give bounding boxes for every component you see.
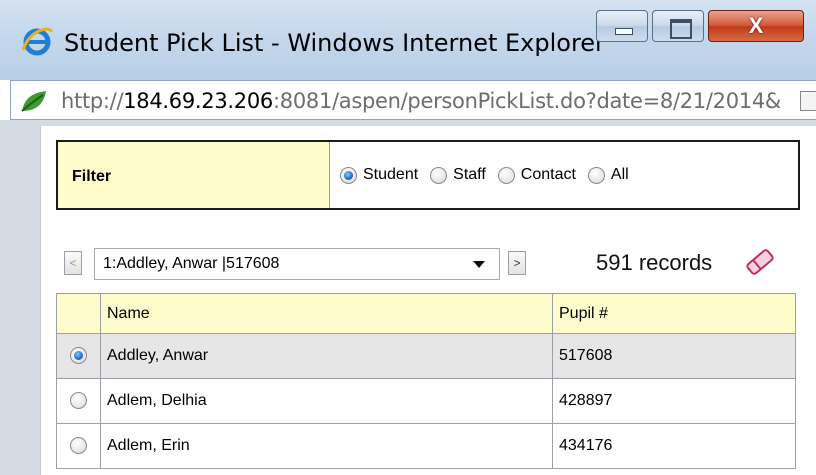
name-column-header[interactable]: Name <box>100 293 553 334</box>
radio-button[interactable] <box>70 437 87 455</box>
filter-label: Filter <box>58 142 330 208</box>
filter-option-label: Staff <box>453 166 486 183</box>
close-icon: X <box>748 13 764 38</box>
pupil-column-header[interactable]: Pupil # <box>552 293 796 334</box>
url-path: :8081/aspen/personPickList.do?date=8/21/… <box>272 89 781 113</box>
url-host: 184.69.23.206 <box>123 89 273 113</box>
record-count: 591 records <box>596 250 713 275</box>
row-select-cell[interactable] <box>56 378 101 424</box>
filter-options: Student Staff Contact All <box>330 142 798 208</box>
student-name[interactable]: Addley, Anwar <box>100 333 553 379</box>
table-row[interactable]: Adlem, Delhia 428897 <box>56 378 796 424</box>
internet-explorer-icon <box>21 27 53 56</box>
select-column-header <box>56 293 101 334</box>
radio-button[interactable] <box>70 347 87 365</box>
row-select-cell[interactable] <box>56 333 101 379</box>
maximize-button[interactable] <box>652 10 704 42</box>
row-select-cell[interactable] <box>56 423 101 469</box>
table-header-row: Name Pupil # <box>56 293 796 334</box>
student-name[interactable]: Adlem, Delhia <box>100 378 553 424</box>
url-scheme: http:// <box>61 89 124 113</box>
student-name[interactable]: Adlem, Erin <box>100 423 553 469</box>
address-bar[interactable]: http://184.69.23.206:8081/aspen/personPi… <box>10 80 816 120</box>
table-row[interactable]: Addley, Anwar 517608 <box>56 333 796 379</box>
next-record-button[interactable]: > <box>508 251 526 275</box>
chevron-down-icon[interactable] <box>473 261 485 268</box>
filter-option-staff[interactable]: Staff <box>430 166 486 184</box>
filter-box: Filter Student Staff Contact All <box>56 140 800 210</box>
radio-button[interactable] <box>430 166 448 184</box>
compatibility-icon[interactable] <box>800 91 816 111</box>
record-select-value: 1:Addley, Anwar |517608 <box>103 255 280 272</box>
table-row[interactable]: Adlem, Erin 434176 <box>56 423 796 469</box>
minimize-button[interactable] <box>596 10 648 42</box>
radio-button[interactable] <box>340 166 357 184</box>
window-title: Student Pick List - Windows Internet Exp… <box>64 29 605 57</box>
radio-button[interactable] <box>70 392 87 410</box>
filter-option-label: All <box>610 166 629 183</box>
radio-button[interactable] <box>497 166 515 184</box>
eraser-icon[interactable] <box>744 247 776 277</box>
filter-option-student[interactable]: Student <box>340 166 418 184</box>
filter-option-label: Student <box>363 166 419 183</box>
pupil-number[interactable]: 428897 <box>552 378 796 424</box>
leaf-icon <box>21 91 46 112</box>
filter-option-all[interactable]: All <box>587 166 629 184</box>
close-button[interactable]: X <box>708 10 804 42</box>
previous-record-button[interactable]: < <box>64 251 82 275</box>
radio-button[interactable] <box>587 166 605 184</box>
window-titlebar[interactable]: Student Pick List - Windows Internet Exp… <box>0 0 816 80</box>
filter-option-label: Contact <box>520 166 576 183</box>
url-text[interactable]: http://184.69.23.206:8081/aspen/personPi… <box>61 89 781 113</box>
pupil-number[interactable]: 434176 <box>552 423 796 469</box>
record-select[interactable]: 1:Addley, Anwar |517608 <box>94 248 500 280</box>
student-table: Name Pupil # Addley, Anwar 517608 Adlem,… <box>56 293 796 469</box>
window-controls: X <box>596 10 804 50</box>
pupil-number[interactable]: 517608 <box>552 333 796 379</box>
filter-option-contact[interactable]: Contact <box>497 166 576 184</box>
